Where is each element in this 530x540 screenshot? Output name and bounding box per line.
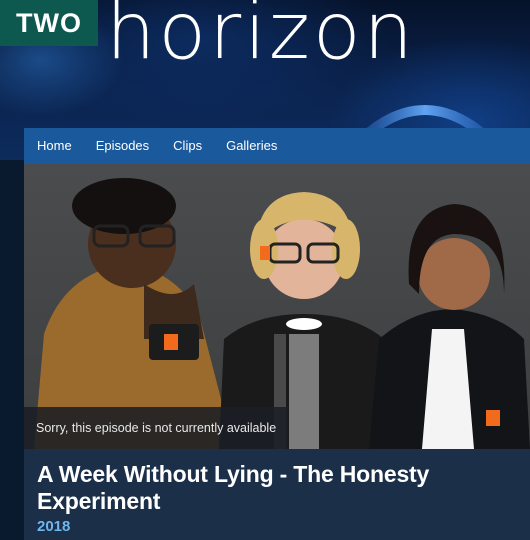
episode-info-panel: A Week Without Lying - The Honesty Exper…	[24, 449, 530, 540]
programme-nav: Home Episodes Clips Galleries	[24, 128, 530, 164]
episode-title: A Week Without Lying - The Honesty Exper…	[37, 461, 430, 514]
channel-badge[interactable]: TWO	[0, 0, 98, 46]
programme-brand-title[interactable]: horizon	[106, 0, 416, 82]
nav-item-episodes[interactable]: Episodes	[84, 128, 161, 164]
episode-year: 2018	[37, 518, 71, 535]
nav-item-clips[interactable]: Clips	[161, 128, 214, 164]
episode-hero-image: Sorry, this episode is not currently ava…	[24, 164, 530, 449]
nav-item-galleries[interactable]: Galleries	[214, 128, 289, 164]
nav-item-home[interactable]: Home	[24, 128, 84, 164]
availability-message: Sorry, this episode is not currently ava…	[24, 407, 289, 449]
